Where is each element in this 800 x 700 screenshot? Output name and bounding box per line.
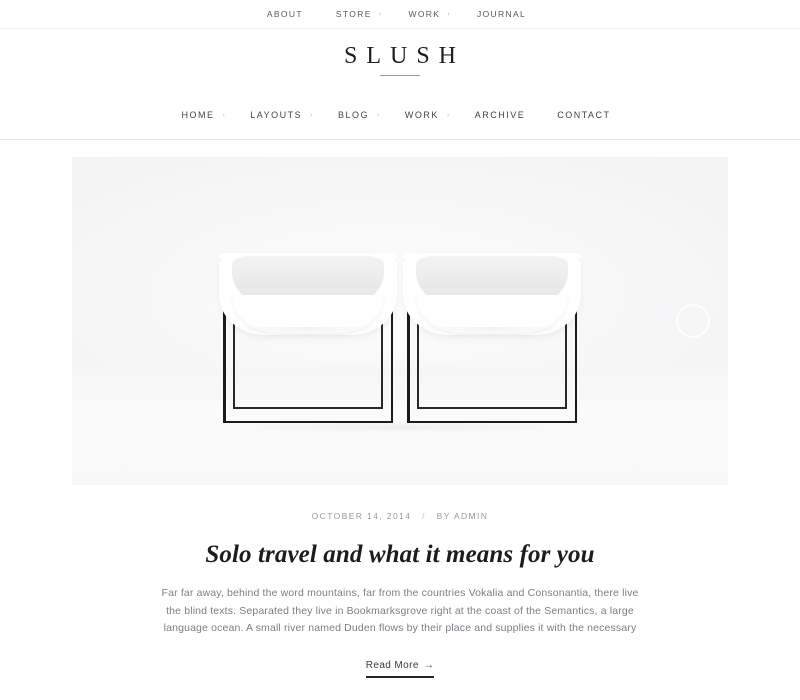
chair-shell: [219, 253, 397, 336]
nav-item-layouts[interactable]: LAYOUTS ›: [238, 110, 326, 120]
nav-label: BLOG: [337, 110, 369, 120]
chevron-right-icon: ›: [222, 111, 227, 119]
post-preview: OCTOBER 14, 2014 / BY ADMIN Solo travel …: [0, 485, 800, 678]
post-author-link[interactable]: BY ADMIN: [437, 511, 489, 521]
chair-shell-shadow: [419, 327, 565, 336]
slider-next-arrow-icon[interactable]: ›: [676, 304, 710, 338]
top-nav-label: WORK: [408, 9, 441, 19]
read-more-container: Read More →: [0, 660, 800, 678]
nav-label: ARCHIVE: [474, 110, 526, 120]
brand-header: SLUSH: [0, 29, 800, 91]
read-more-button[interactable]: Read More →: [365, 659, 435, 678]
post-date: OCTOBER 14, 2014: [311, 511, 412, 521]
nav-item-contact[interactable]: CONTACT: [545, 110, 630, 120]
top-nav-item-store[interactable]: STORE ›: [323, 9, 396, 19]
featured-image-slider[interactable]: ›: [72, 157, 728, 485]
nav-label: HOME: [181, 110, 215, 120]
chair-right: [403, 253, 581, 428]
ground-shadow: [210, 421, 590, 433]
site-logo[interactable]: SLUSH: [335, 44, 465, 68]
top-nav-label: JOURNAL: [477, 9, 527, 19]
top-nav-label: STORE: [335, 9, 372, 19]
nav-item-home[interactable]: HOME ›: [169, 110, 238, 120]
primary-navigation: HOME › LAYOUTS › BLOG › WORK › ARCHIVE C…: [0, 91, 800, 140]
chevron-right-icon: ›: [378, 10, 383, 18]
chevron-right-icon: ›: [446, 111, 451, 119]
frame-bar: [233, 407, 383, 409]
chevron-right-icon: ›: [310, 111, 314, 119]
post-excerpt: Far far away, behind the word mountains,…: [161, 587, 639, 635]
nav-item-work[interactable]: WORK ›: [393, 110, 463, 120]
chair-shell: [403, 253, 581, 336]
top-nav-label: ABOUT: [266, 9, 303, 19]
slider-next-glyph: ›: [691, 314, 695, 328]
nav-label: WORK: [404, 110, 439, 120]
nav-label: CONTACT: [557, 110, 611, 120]
top-nav: ABOUT STORE › WORK › JOURNAL: [254, 9, 546, 19]
chevron-right-icon: ›: [377, 111, 381, 119]
top-nav-item-journal[interactable]: JOURNAL: [464, 9, 546, 19]
chevron-right-icon: ›: [447, 10, 451, 18]
logo-underline-rule: [380, 75, 420, 76]
nav-label: LAYOUTS: [250, 110, 303, 120]
post-title[interactable]: Solo travel and what it means for you: [0, 540, 800, 570]
arrow-right-icon: →: [423, 659, 435, 671]
nav-item-blog[interactable]: BLOG ›: [326, 110, 393, 120]
featured-image-container: ›: [0, 140, 800, 485]
nav-item-archive[interactable]: ARCHIVE: [463, 110, 546, 120]
post-meta: OCTOBER 14, 2014 / BY ADMIN: [0, 511, 800, 521]
chair-left: [219, 253, 397, 428]
chairs-photo-subject: [219, 253, 581, 428]
frame-bar: [417, 407, 567, 409]
top-nav-item-work[interactable]: WORK ›: [395, 9, 464, 19]
top-utility-bar: ABOUT STORE › WORK › JOURNAL: [0, 0, 800, 29]
chair-shell-shadow: [235, 327, 381, 336]
top-nav-item-about[interactable]: ABOUT: [254, 9, 323, 19]
post-meta-separator: /: [422, 511, 426, 521]
read-more-label: Read More: [365, 659, 419, 671]
